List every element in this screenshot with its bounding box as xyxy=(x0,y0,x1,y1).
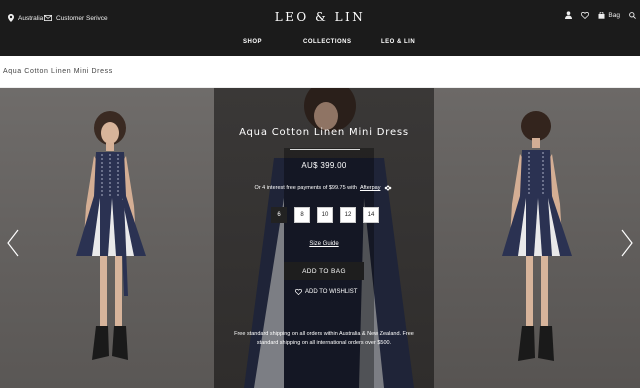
afterpay-text: Or 4 interest free payments of $99.75 wi… xyxy=(254,185,357,191)
search-icon[interactable] xyxy=(629,11,636,19)
add-to-bag-button[interactable]: ADD TO BAG xyxy=(284,262,364,280)
gallery-image-front[interactable] xyxy=(0,88,214,388)
size-guide-link[interactable]: Size Guide xyxy=(214,241,434,247)
afterpay-link[interactable]: Afterpay xyxy=(360,185,380,191)
nav-leo-and-lin[interactable]: LEO & LIN xyxy=(381,39,415,45)
heart-icon xyxy=(295,289,302,295)
add-to-wishlist-button[interactable]: ADD TO WISHLIST xyxy=(295,289,357,295)
bag-label: Bag xyxy=(608,11,620,19)
afterpay-info: Or 4 interest free payments of $99.75 wi… xyxy=(214,183,434,193)
shipping-info: Free standard shipping on all orders wit… xyxy=(214,330,434,348)
breadcrumb[interactable]: Aqua Cotton Linen Mini Dress xyxy=(3,68,113,75)
nav-collections[interactable]: COLLECTIONS xyxy=(303,39,352,45)
shipping-line-1: Free standard shipping on all orders wit… xyxy=(234,331,414,337)
size-option-12[interactable]: 12 xyxy=(340,207,356,223)
brand-logo[interactable]: LEO & LIN xyxy=(0,10,640,24)
heart-icon[interactable] xyxy=(581,11,590,19)
afterpay-icon xyxy=(385,185,392,191)
shipping-line-2: standard shipping on all international o… xyxy=(256,340,392,346)
size-selector: 6 8 10 12 14 xyxy=(271,207,379,223)
title-divider xyxy=(290,149,360,150)
size-option-8[interactable]: 8 xyxy=(294,207,310,223)
chevron-right-icon[interactable] xyxy=(620,228,634,258)
nav-shop[interactable]: SHOP xyxy=(243,39,262,45)
site-header: Australia Customer Serivce LEO & LIN Bag… xyxy=(0,0,640,56)
product-title: Aqua Cotton Linen Mini Dress xyxy=(239,127,409,138)
size-option-6[interactable]: 6 xyxy=(271,207,287,223)
size-option-10[interactable]: 10 xyxy=(317,207,333,223)
header-actions: Bag xyxy=(565,11,636,19)
gallery-image-back[interactable] xyxy=(434,88,640,388)
product-price: AU$ 399.00 xyxy=(301,161,347,170)
bag-icon xyxy=(598,11,605,19)
size-option-14[interactable]: 14 xyxy=(363,207,379,223)
chevron-left-icon[interactable] xyxy=(6,228,20,258)
wishlist-label: ADD TO WISHLIST xyxy=(305,289,358,295)
user-icon[interactable] xyxy=(565,11,573,19)
breadcrumb-bar: Aqua Cotton Linen Mini Dress xyxy=(0,56,640,88)
bag-button[interactable]: Bag xyxy=(598,11,620,19)
